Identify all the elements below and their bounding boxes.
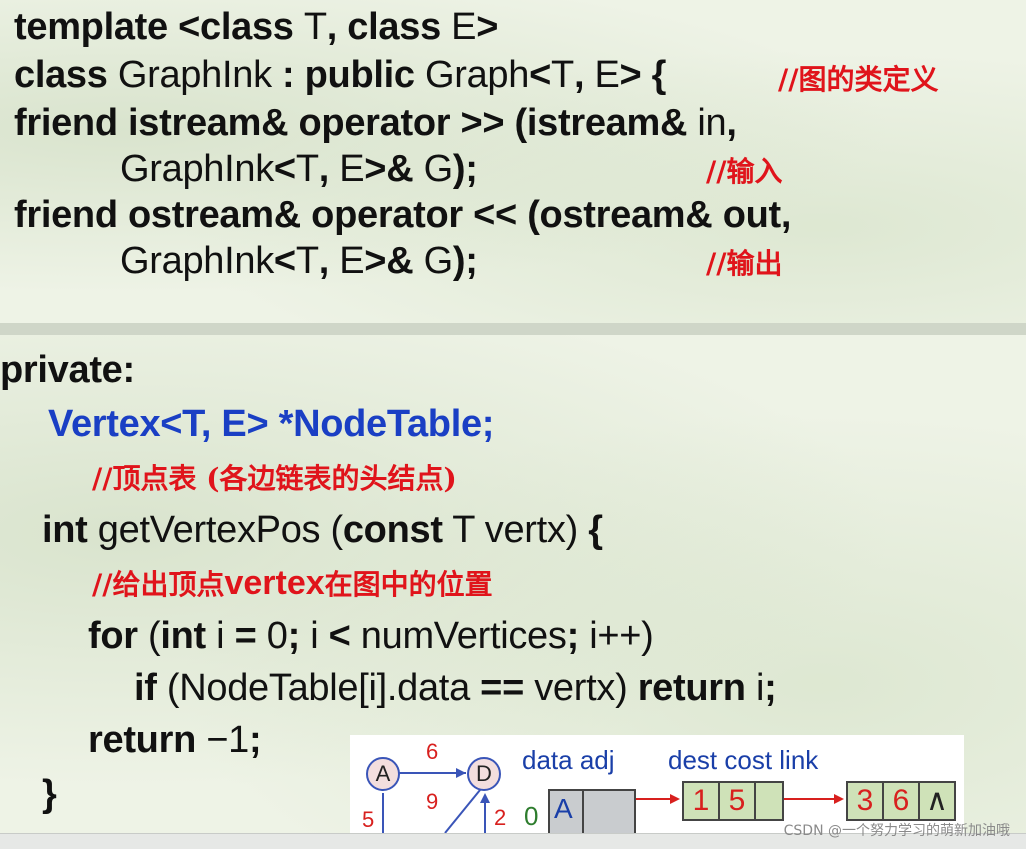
comment-input: //输入 bbox=[706, 155, 783, 188]
edge-node-1-dest: 1 bbox=[682, 781, 720, 821]
csdn-watermark: CSDN @一个努力学习的萌新加油哦 bbox=[783, 823, 1010, 839]
code-line-if: if (NodeTable[i].data == vertx) return i… bbox=[134, 667, 777, 709]
edge-label-5: 5 bbox=[362, 807, 375, 832]
edge-node-2-dest: 3 bbox=[846, 781, 884, 821]
adjacency-list-diagram: A D 6 5 9 2 data adj dest cost link 0 A … bbox=[350, 735, 964, 833]
vertex-adj-cell bbox=[582, 789, 636, 833]
code-line-friend-out: friend ostream& operator << (ostream& ou… bbox=[14, 194, 792, 236]
code-line-return: return −1; bbox=[88, 719, 262, 761]
graph-node-a: A bbox=[366, 757, 400, 791]
row-index-0: 0 bbox=[524, 801, 539, 831]
pointer-next-arrow bbox=[834, 794, 844, 804]
pointer-head-arrow bbox=[670, 794, 680, 804]
code-line-close-brace: } bbox=[42, 773, 57, 815]
edge-label-2: 2 bbox=[494, 805, 507, 830]
header-data-adj: data adj bbox=[522, 745, 615, 775]
code-line-for: for (int i = 0; i < numVertices; i++) bbox=[88, 615, 654, 657]
edge-label-6: 6 bbox=[426, 739, 439, 764]
arrowhead-right bbox=[480, 793, 490, 803]
edge-node-1-cost: 5 bbox=[718, 781, 756, 821]
edge-node-2-null-link: ∧ bbox=[918, 781, 956, 821]
vertex-data-label: A bbox=[554, 793, 573, 824]
slide-divider bbox=[0, 323, 1026, 335]
edge-diag bbox=[444, 789, 481, 833]
edge-node-1-link bbox=[754, 781, 784, 821]
edge-node-2-cost: 6 bbox=[882, 781, 920, 821]
code-line-graphink-in: GraphInk<T, E>& G); bbox=[120, 148, 478, 190]
comment-class-def: //图的类定义 bbox=[778, 63, 939, 96]
header-dest-cost-link: dest cost link bbox=[668, 745, 819, 775]
comment-vertex-table: //顶点表 (各边链表的头结点) bbox=[92, 462, 457, 495]
comment-getvertexpos: //给出顶点vertex在图中的位置 bbox=[92, 564, 493, 602]
slide-top-panel: template <class T, class E> class GraphI… bbox=[0, 0, 1026, 323]
code-line-nodetable: Vertex<T, E> *NodeTable; bbox=[48, 403, 495, 445]
arrowhead-a-d bbox=[456, 768, 466, 778]
code-line-template: template <class T, class E> bbox=[14, 6, 499, 48]
edge-label-9: 9 bbox=[426, 789, 439, 814]
code-line-friend-in: friend istream& operator >> (istream& in… bbox=[14, 102, 737, 144]
graph-node-d: D bbox=[467, 757, 501, 791]
code-line-graphink-out: GraphInk<T, E>& G); bbox=[120, 240, 478, 282]
code-line-class: class GraphInk : public Graph<T, E> { bbox=[14, 54, 667, 96]
code-line-private: private: bbox=[0, 349, 135, 391]
comment-output: //输出 bbox=[706, 247, 783, 280]
code-line-getvertexpos: int getVertexPos (const T vertx) { bbox=[42, 509, 603, 551]
